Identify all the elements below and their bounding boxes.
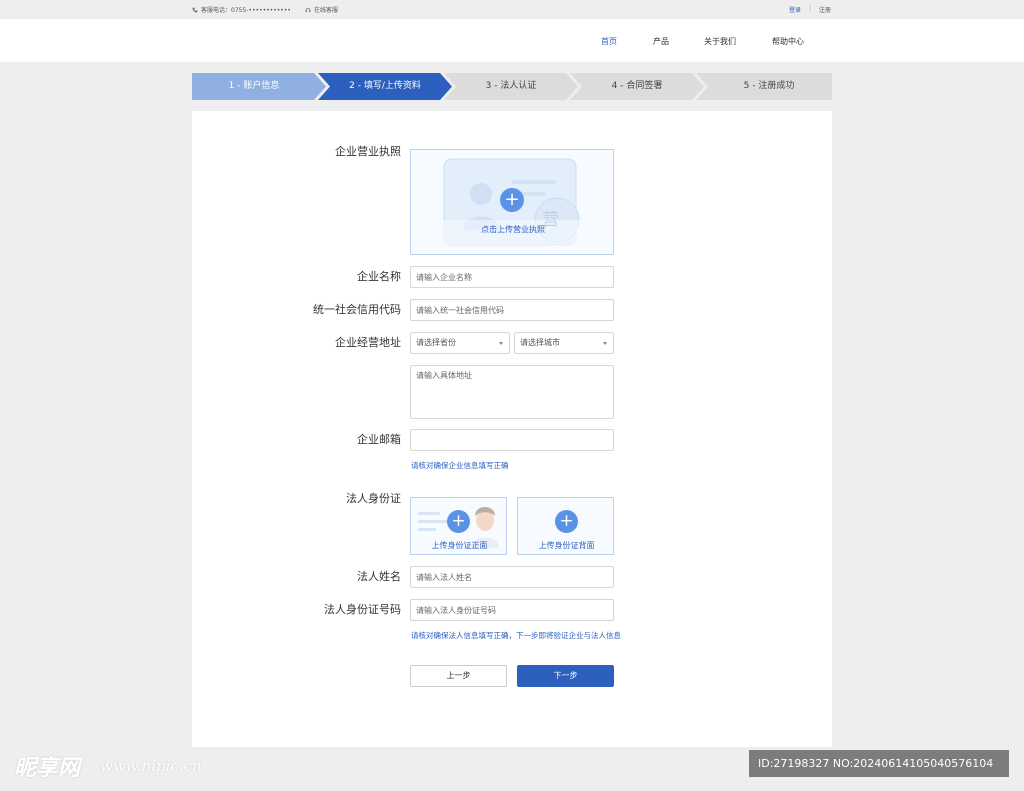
credit-code-input[interactable] xyxy=(410,299,614,321)
plus-icon: + xyxy=(555,510,578,533)
step-3-label: 3 - 法人认证 xyxy=(485,81,537,91)
city-select[interactable]: 请选择城市 xyxy=(514,332,614,354)
legal-id-input[interactable] xyxy=(410,599,614,621)
prev-step-button[interactable]: 上一步 xyxy=(410,665,507,687)
step-3: 3 - 法人认证 xyxy=(444,73,578,100)
login-link[interactable]: 登录 xyxy=(789,5,801,14)
plus-icon: + xyxy=(500,188,524,212)
top-utility-bar: 客服电话：0755-•••••••••••• 在线客服 登录 | 注册 xyxy=(0,0,1024,19)
online-service-text: 在线客服 xyxy=(314,7,339,14)
nav-item-help[interactable]: 帮助中心 xyxy=(772,36,804,47)
plus-icon: + xyxy=(447,510,470,533)
city-select-value: 请选择城市 xyxy=(520,338,560,347)
step-4-label: 4 - 合同签署 xyxy=(611,81,663,91)
next-step-button[interactable]: 下一步 xyxy=(517,665,614,687)
header: 首页 产品 关于我们 帮助中心 xyxy=(0,19,1024,62)
id-back-text: 上传身份证背面 xyxy=(538,541,595,550)
image-id-label: ID:27198327 NO:20240614105040576104 xyxy=(749,750,1009,777)
watermark-logo: 昵享网 xyxy=(14,756,81,781)
chevron-down-icon xyxy=(499,342,503,345)
email-input[interactable] xyxy=(410,429,614,451)
step-5-label: 5 - 注册成功 xyxy=(743,81,795,91)
step-1: 1 - 账户信息 xyxy=(192,73,326,100)
online-service-link[interactable]: 在线客服 xyxy=(305,5,338,14)
topbar-separator: | xyxy=(809,5,812,12)
hotline-text: 客服电话：0755-•••••••••••• xyxy=(201,7,291,14)
legal-info-hint: 请核对确保法人信息填写正确，下一步即将验证企业与法人信息 xyxy=(411,631,621,640)
province-select[interactable]: 请选择省份 xyxy=(410,332,510,354)
step-4: 4 - 合同签署 xyxy=(570,73,704,100)
legal-id-label: 法人身份证号码 xyxy=(324,603,401,616)
id-back-upload[interactable]: + 上传身份证背面 xyxy=(517,497,614,555)
id-card-label: 法人身份证 xyxy=(346,492,401,505)
company-name-input[interactable] xyxy=(410,266,614,288)
register-link[interactable]: 注册 xyxy=(819,5,831,14)
address-detail-input[interactable] xyxy=(410,365,614,419)
progress-steps: 1 - 账户信息 2 - 填写/上传资料 3 - 法人认证 4 - 合同签署 5… xyxy=(192,73,832,100)
nav-item-products[interactable]: 产品 xyxy=(653,36,669,47)
step-1-label: 1 - 账户信息 xyxy=(228,81,280,91)
nav-item-about[interactable]: 关于我们 xyxy=(704,36,736,47)
license-label: 企业营业执照 xyxy=(335,145,401,158)
chevron-down-icon xyxy=(603,342,607,345)
headset-icon xyxy=(305,7,311,12)
hotline: 客服电话：0755-•••••••••••• xyxy=(192,5,291,14)
address-label: 企业经营地址 xyxy=(335,336,401,349)
id-front-upload[interactable]: + 上传身份证正面 xyxy=(410,497,507,555)
nav-item-home[interactable]: 首页 xyxy=(601,36,617,47)
step-2: 2 - 填写/上传资料 xyxy=(318,73,452,100)
province-select-value: 请选择省份 xyxy=(416,338,456,347)
legal-name-label: 法人姓名 xyxy=(357,570,401,583)
watermark-url: www.nipic.cn xyxy=(100,757,202,775)
step-2-label: 2 - 填写/上传资料 xyxy=(349,81,421,91)
license-upload-text: 点击上传营业执照 xyxy=(481,225,545,234)
step-5: 5 - 注册成功 xyxy=(696,73,832,100)
company-info-hint: 请核对确保企业信息填写正确 xyxy=(411,461,509,470)
legal-name-input[interactable] xyxy=(410,566,614,588)
id-front-text: 上传身份证正面 xyxy=(431,541,488,550)
company-name-label: 企业名称 xyxy=(357,270,401,283)
phone-icon xyxy=(192,7,198,12)
credit-code-label: 统一社会信用代码 xyxy=(313,303,401,316)
license-upload[interactable]: 营 + 点击上传营业执照 xyxy=(410,149,614,255)
email-label: 企业邮箱 xyxy=(357,433,401,446)
